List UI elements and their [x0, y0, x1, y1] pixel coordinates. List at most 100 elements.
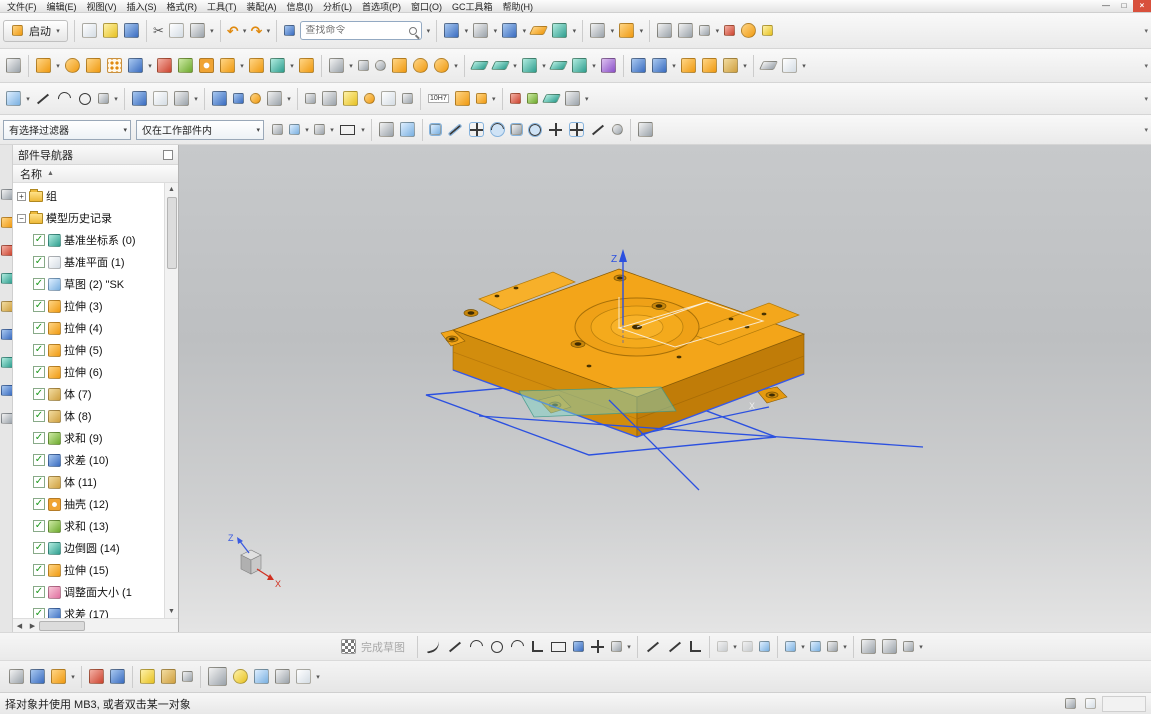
menu-window[interactable]: 窗口(O)	[406, 0, 447, 12]
chevron-down-icon[interactable]: ▾	[192, 95, 200, 103]
chevron-down-icon[interactable]: ▾	[314, 673, 322, 681]
chevron-down-icon[interactable]: ▾	[841, 643, 849, 651]
geometric-constraints-button[interactable]	[742, 641, 753, 652]
expressions-button[interactable]	[132, 91, 147, 106]
collapse-icon[interactable]: −	[17, 213, 26, 223]
tree-item[interactable]: ✓ 体 (11)	[13, 471, 164, 493]
sketch-circle-button[interactable]	[79, 92, 91, 105]
measure-button[interactable]	[762, 25, 774, 36]
mirror-geometry-button[interactable]	[233, 93, 244, 104]
block-button[interactable]	[392, 58, 407, 73]
tree-item[interactable]: ✓ 求差 (17)	[13, 603, 164, 618]
graphics-area[interactable]: X Z Z X	[179, 145, 1151, 632]
pattern-curve-more-button[interactable]	[861, 639, 876, 654]
sketch-line-button[interactable]	[36, 93, 50, 104]
scrollbar-thumb[interactable]	[166, 197, 177, 269]
chevron-down-icon[interactable]: ▾	[511, 62, 519, 70]
sketch-arc-button[interactable]	[55, 89, 74, 108]
chevron-down-icon[interactable]: ▾	[424, 27, 432, 35]
deviation-gauge-button[interactable]	[364, 93, 375, 104]
chevron-down-icon[interactable]: ▾	[520, 27, 528, 35]
chevron-down-icon[interactable]: ▾	[112, 95, 120, 103]
snap-point-on-curve-button[interactable]	[591, 124, 605, 135]
scroll-right-icon[interactable]: ▶	[26, 622, 39, 630]
rib-button[interactable]	[681, 58, 696, 73]
scrollbar-thumb[interactable]	[39, 620, 85, 631]
system-materials-tab[interactable]	[1, 385, 12, 396]
section-view-button[interactable]	[275, 669, 290, 684]
line-button[interactable]	[448, 641, 462, 652]
display-mode-button[interactable]	[208, 667, 227, 686]
intersect-button[interactable]	[178, 58, 193, 73]
chevron-down-icon[interactable]: ▾	[917, 643, 925, 651]
set-sketch-symmetry-button[interactable]	[759, 641, 770, 652]
checkbox[interactable]: ✓	[33, 520, 45, 532]
menu-assemblies[interactable]: 装配(A)	[242, 0, 282, 12]
chevron-down-icon[interactable]: ▾	[741, 62, 749, 70]
pattern-geometry-button[interactable]	[212, 91, 227, 106]
chevron-down-icon[interactable]: ▾	[303, 126, 311, 134]
snap-intersection-button[interactable]	[510, 123, 523, 136]
point-button[interactable]	[591, 640, 604, 653]
chevron-down-icon[interactable]: ▾	[24, 95, 32, 103]
new-file-button[interactable]	[82, 23, 97, 38]
menu-view[interactable]: 视图(V)	[82, 0, 122, 12]
tree-item[interactable]: ✓ 求和 (9)	[13, 427, 164, 449]
toolbar-overflow-icon[interactable]: ▾	[1144, 126, 1148, 134]
edit-move-button[interactable]	[174, 91, 189, 106]
toolbar-overflow-icon[interactable]: ▾	[1144, 95, 1148, 103]
tree-item[interactable]: ✓ 拉伸 (4)	[13, 317, 164, 339]
chevron-down-icon[interactable]: ▾	[288, 62, 296, 70]
chevron-down-icon[interactable]: ▾	[491, 27, 499, 35]
through-curves-button[interactable]	[469, 61, 490, 70]
chevron-down-icon[interactable]: ▾	[800, 62, 808, 70]
tree-item[interactable]: ✓ 边倒圆 (14)	[13, 537, 164, 559]
chevron-down-icon[interactable]: ▾	[799, 643, 807, 651]
layer-visible-in-view-button[interactable]	[678, 23, 694, 38]
menu-edit[interactable]: 编辑(E)	[42, 0, 82, 12]
preferences-gear-button[interactable]	[741, 23, 757, 38]
menu-help[interactable]: 帮助(H)	[498, 0, 539, 12]
start-button[interactable]: 启动 ▾	[3, 19, 68, 42]
chevron-down-icon[interactable]: ▾	[490, 95, 498, 103]
chevron-down-icon[interactable]: ▾	[347, 62, 355, 70]
show-hide-button[interactable]	[724, 25, 736, 36]
redo-button[interactable]: ↷	[251, 24, 263, 38]
window-layout-button[interactable]	[444, 23, 460, 38]
checkbox[interactable]: ✓	[33, 410, 45, 422]
chevron-down-icon[interactable]: ▾	[452, 62, 460, 70]
window-button[interactable]	[552, 23, 568, 38]
transparent-body-button[interactable]	[400, 122, 415, 137]
highlight-body-button[interactable]	[379, 122, 394, 137]
thicken-button[interactable]	[652, 58, 667, 73]
tree-item[interactable]: ✓ 拉伸 (3)	[13, 295, 164, 317]
scroll-up-icon[interactable]: ▲	[168, 183, 175, 196]
status-doc-icon[interactable]	[1085, 698, 1096, 709]
fillet-button[interactable]	[508, 637, 527, 656]
section-analysis-button[interactable]	[402, 93, 413, 104]
scroll-left-icon[interactable]: ◀	[13, 622, 26, 630]
tree-item[interactable]: ✓ 求和 (13)	[13, 515, 164, 537]
chevron-down-icon[interactable]: ▾	[241, 27, 249, 35]
checkbox[interactable]: ✓	[33, 498, 45, 510]
name-column-header[interactable]: 名称 ▲	[13, 165, 178, 183]
chevron-down-icon[interactable]: ▾	[608, 27, 616, 35]
grid-snap-button[interactable]	[638, 122, 653, 137]
update-session-button[interactable]	[110, 669, 125, 684]
chevron-down-icon[interactable]: ▾	[625, 643, 633, 651]
menu-tools[interactable]: 工具(T)	[202, 0, 242, 12]
pattern-curve-button[interactable]	[785, 641, 796, 652]
fit-curve-button[interactable]	[98, 93, 109, 104]
toolbar-overflow-icon[interactable]: ▾	[1144, 27, 1148, 35]
pattern-feature-button[interactable]	[107, 58, 122, 73]
hole-button[interactable]	[86, 58, 101, 73]
graphics-canvas[interactable]: X Z Z X	[179, 145, 1151, 632]
undock-icon[interactable]	[163, 149, 173, 160]
mirror-curve-button[interactable]	[810, 641, 821, 652]
direct-sketch-button[interactable]	[6, 91, 21, 106]
rapid-dimension-button[interactable]	[717, 641, 728, 652]
sketch-more-button[interactable]	[903, 641, 914, 652]
curve-analysis-button[interactable]	[509, 93, 521, 104]
delete-face-button[interactable]	[475, 93, 487, 104]
interpart-link-button[interactable]	[233, 669, 248, 684]
